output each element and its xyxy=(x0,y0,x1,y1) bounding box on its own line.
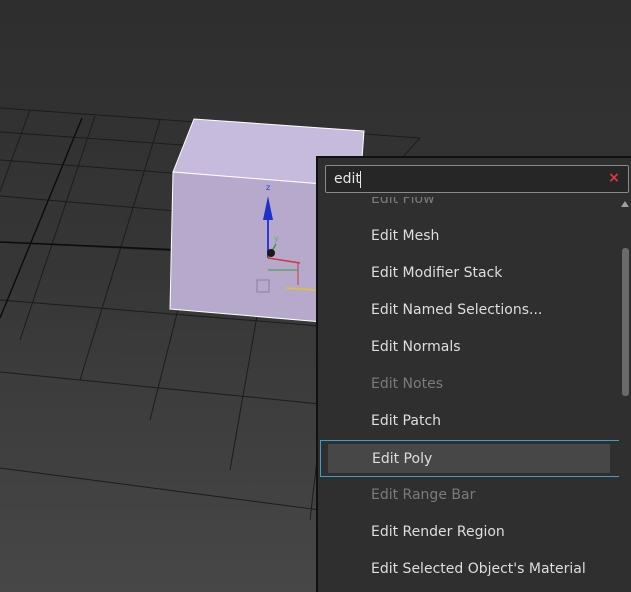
result-item-label: Edit Notes xyxy=(371,376,443,392)
result-item-label: Edit Selected Object's Material xyxy=(371,561,586,577)
result-item-label: Edit Flow xyxy=(371,197,435,207)
result-item[interactable]: Edit Range Bar xyxy=(320,477,621,514)
result-item[interactable]: Edit Patch xyxy=(320,403,621,440)
result-item-label: Edit Mesh xyxy=(371,228,440,244)
result-item[interactable]: Edit Modifier Stack xyxy=(320,255,621,292)
result-item[interactable]: Edit Mesh xyxy=(320,218,621,255)
search-box[interactable]: × xyxy=(325,165,629,193)
result-item[interactable]: Edit Named Selections... xyxy=(320,292,621,329)
result-item[interactable]: Edit Poly xyxy=(320,440,621,477)
scroll-up-arrow-icon[interactable] xyxy=(621,201,629,207)
result-item-label: Edit Patch xyxy=(371,413,442,429)
gizmo-y-label: y xyxy=(274,234,279,243)
result-item[interactable]: Edit Selected Object's Material xyxy=(320,551,621,588)
search-results-list[interactable]: Edit Flow Edit Mesh Edit Modifier Stack Edi… xyxy=(320,197,621,592)
result-item[interactable]: Edit Flow xyxy=(320,197,621,218)
selection-highlight xyxy=(328,444,610,473)
result-item-label: Edit Poly xyxy=(372,451,433,467)
result-item[interactable]: Edit Render Region xyxy=(320,514,621,551)
results-scrollbar[interactable] xyxy=(619,198,631,592)
result-item-label: Edit Named Selections... xyxy=(371,302,543,318)
result-item-label: Edit Modifier Stack xyxy=(371,265,503,281)
result-item-label: Edit Normals xyxy=(371,339,461,355)
result-item[interactable]: Edit Notes xyxy=(320,366,621,403)
clear-search-button[interactable]: × xyxy=(607,169,621,187)
scroll-thumb[interactable] xyxy=(622,248,629,396)
gizmo-z-label: z xyxy=(266,183,270,192)
result-item[interactable]: Edit Normals xyxy=(320,329,621,366)
action-search-panel: × Edit FlowEdit MeshEdit Modifier StackE… xyxy=(316,156,631,592)
result-item-label: Edit Range Bar xyxy=(371,487,476,503)
result-item-label: Edit Render Region xyxy=(371,524,505,540)
search-input[interactable] xyxy=(334,170,594,188)
text-caret xyxy=(360,171,361,188)
